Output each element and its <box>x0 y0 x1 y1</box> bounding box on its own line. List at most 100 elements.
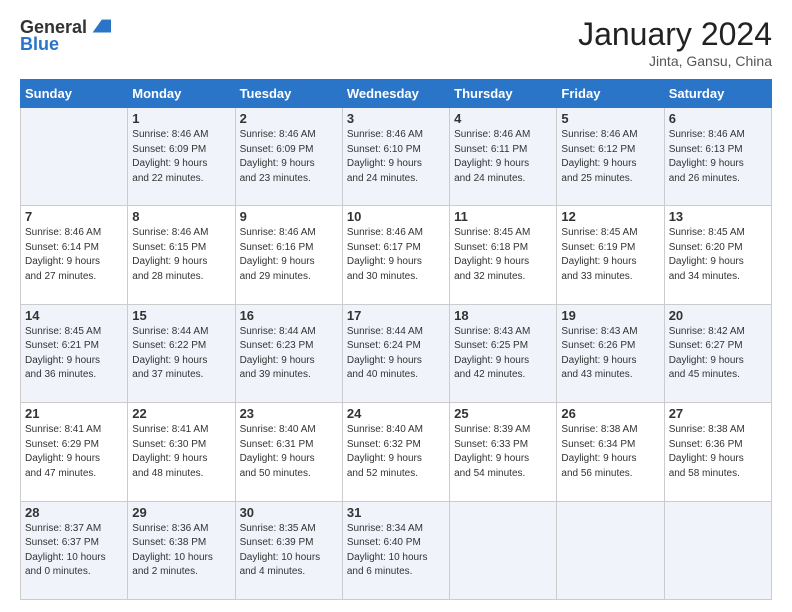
week-row-4: 21 Sunrise: 8:41 AM Sunset: 6:29 PM Dayli… <box>21 403 772 501</box>
table-row: 30 Sunrise: 8:35 AM Sunset: 6:39 PM Dayli… <box>235 501 342 599</box>
table-row: 15 Sunrise: 8:44 AM Sunset: 6:22 PM Dayli… <box>128 304 235 402</box>
day-info: Sunrise: 8:36 AM Sunset: 6:38 PM Dayligh… <box>132 522 230 580</box>
table-row: 2 Sunrise: 8:46 AM Sunset: 6:09 PM Daylig… <box>235 108 342 206</box>
header-thursday: Thursday <box>450 80 557 108</box>
day-number: 31 <box>347 505 445 520</box>
day-info: Sunrise: 8:43 AM Sunset: 6:26 PM Dayligh… <box>561 325 659 383</box>
day-number: 15 <box>132 308 230 323</box>
day-info: Sunrise: 8:43 AM Sunset: 6:25 PM Dayligh… <box>454 325 552 383</box>
day-number: 30 <box>240 505 338 520</box>
day-info: Sunrise: 8:46 AM Sunset: 6:15 PM Dayligh… <box>132 226 230 284</box>
day-number: 25 <box>454 406 552 421</box>
day-info: Sunrise: 8:45 AM Sunset: 6:19 PM Dayligh… <box>561 226 659 284</box>
day-info: Sunrise: 8:34 AM Sunset: 6:40 PM Dayligh… <box>347 522 445 580</box>
day-info: Sunrise: 8:44 AM Sunset: 6:22 PM Dayligh… <box>132 325 230 383</box>
day-number: 16 <box>240 308 338 323</box>
day-info: Sunrise: 8:46 AM Sunset: 6:16 PM Dayligh… <box>240 226 338 284</box>
day-info: Sunrise: 8:41 AM Sunset: 6:30 PM Dayligh… <box>132 423 230 481</box>
day-number: 14 <box>25 308 123 323</box>
day-info: Sunrise: 8:46 AM Sunset: 6:17 PM Dayligh… <box>347 226 445 284</box>
day-number: 21 <box>25 406 123 421</box>
day-number: 22 <box>132 406 230 421</box>
day-info: Sunrise: 8:45 AM Sunset: 6:20 PM Dayligh… <box>669 226 767 284</box>
calendar-header-row: Sunday Monday Tuesday Wednesday Thursday… <box>21 80 772 108</box>
table-row: 4 Sunrise: 8:46 AM Sunset: 6:11 PM Daylig… <box>450 108 557 206</box>
day-info: Sunrise: 8:38 AM Sunset: 6:36 PM Dayligh… <box>669 423 767 481</box>
header-tuesday: Tuesday <box>235 80 342 108</box>
day-info: Sunrise: 8:44 AM Sunset: 6:24 PM Dayligh… <box>347 325 445 383</box>
table-row: 29 Sunrise: 8:36 AM Sunset: 6:38 PM Dayli… <box>128 501 235 599</box>
header: General Blue January 2024 Jinta, Gansu, … <box>20 16 772 69</box>
day-number: 3 <box>347 111 445 126</box>
day-number: 7 <box>25 209 123 224</box>
table-row: 20 Sunrise: 8:42 AM Sunset: 6:27 PM Dayli… <box>664 304 771 402</box>
table-row: 8Sunrise: 8:46 AM Sunset: 6:15 PM Daylig… <box>128 206 235 304</box>
day-number: 10 <box>347 209 445 224</box>
table-row: 17 Sunrise: 8:44 AM Sunset: 6:24 PM Dayli… <box>342 304 449 402</box>
table-row: 24 Sunrise: 8:40 AM Sunset: 6:32 PM Dayli… <box>342 403 449 501</box>
table-row <box>557 501 664 599</box>
day-info: Sunrise: 8:46 AM Sunset: 6:11 PM Dayligh… <box>454 128 552 186</box>
day-number: 1 <box>132 111 230 126</box>
logo: General Blue <box>20 16 111 55</box>
table-row: 11Sunrise: 8:45 AM Sunset: 6:18 PM Dayli… <box>450 206 557 304</box>
table-row: 27 Sunrise: 8:38 AM Sunset: 6:36 PM Dayli… <box>664 403 771 501</box>
day-number: 18 <box>454 308 552 323</box>
week-row-3: 14 Sunrise: 8:45 AM Sunset: 6:21 PM Dayli… <box>21 304 772 402</box>
page: General Blue January 2024 Jinta, Gansu, … <box>0 0 792 612</box>
table-row: 10 Sunrise: 8:46 AM Sunset: 6:17 PM Dayli… <box>342 206 449 304</box>
table-row: 18 Sunrise: 8:43 AM Sunset: 6:25 PM Dayli… <box>450 304 557 402</box>
week-row-2: 7 Sunrise: 8:46 AM Sunset: 6:14 PM Daylig… <box>21 206 772 304</box>
day-number: 20 <box>669 308 767 323</box>
day-number: 9 <box>240 209 338 224</box>
day-number: 23 <box>240 406 338 421</box>
day-info: Sunrise: 8:46 AM Sunset: 6:10 PM Dayligh… <box>347 128 445 186</box>
day-number: 27 <box>669 406 767 421</box>
day-info: Sunrise: 8:46 AM Sunset: 6:12 PM Dayligh… <box>561 128 659 186</box>
table-row: 3 Sunrise: 8:46 AM Sunset: 6:10 PM Daylig… <box>342 108 449 206</box>
day-number: 2 <box>240 111 338 126</box>
header-saturday: Saturday <box>664 80 771 108</box>
day-number: 12 <box>561 209 659 224</box>
day-number: 19 <box>561 308 659 323</box>
header-friday: Friday <box>557 80 664 108</box>
day-number: 5 <box>561 111 659 126</box>
day-info: Sunrise: 8:40 AM Sunset: 6:32 PM Dayligh… <box>347 423 445 481</box>
header-wednesday: Wednesday <box>342 80 449 108</box>
day-info: Sunrise: 8:46 AM Sunset: 6:13 PM Dayligh… <box>669 128 767 186</box>
day-number: 6 <box>669 111 767 126</box>
day-number: 29 <box>132 505 230 520</box>
table-row: 12 Sunrise: 8:45 AM Sunset: 6:19 PM Dayli… <box>557 206 664 304</box>
header-sunday: Sunday <box>21 80 128 108</box>
table-row: 6 Sunrise: 8:46 AM Sunset: 6:13 PM Daylig… <box>664 108 771 206</box>
day-number: 28 <box>25 505 123 520</box>
calendar-table: Sunday Monday Tuesday Wednesday Thursday… <box>20 79 772 600</box>
table-row: 7 Sunrise: 8:46 AM Sunset: 6:14 PM Daylig… <box>21 206 128 304</box>
day-info: Sunrise: 8:35 AM Sunset: 6:39 PM Dayligh… <box>240 522 338 580</box>
day-info: Sunrise: 8:41 AM Sunset: 6:29 PM Dayligh… <box>25 423 123 481</box>
table-row <box>664 501 771 599</box>
week-row-5: 28Sunrise: 8:37 AM Sunset: 6:37 PM Dayli… <box>21 501 772 599</box>
day-number: 4 <box>454 111 552 126</box>
table-row: 25Sunrise: 8:39 AM Sunset: 6:33 PM Dayli… <box>450 403 557 501</box>
table-row: 26Sunrise: 8:38 AM Sunset: 6:34 PM Dayli… <box>557 403 664 501</box>
day-number: 17 <box>347 308 445 323</box>
day-info: Sunrise: 8:46 AM Sunset: 6:14 PM Dayligh… <box>25 226 123 284</box>
day-number: 24 <box>347 406 445 421</box>
table-row: 23 Sunrise: 8:40 AM Sunset: 6:31 PM Dayli… <box>235 403 342 501</box>
header-monday: Monday <box>128 80 235 108</box>
day-info: Sunrise: 8:45 AM Sunset: 6:21 PM Dayligh… <box>25 325 123 383</box>
table-row: 14 Sunrise: 8:45 AM Sunset: 6:21 PM Dayli… <box>21 304 128 402</box>
day-info: Sunrise: 8:46 AM Sunset: 6:09 PM Dayligh… <box>132 128 230 186</box>
day-info: Sunrise: 8:44 AM Sunset: 6:23 PM Dayligh… <box>240 325 338 383</box>
day-info: Sunrise: 8:40 AM Sunset: 6:31 PM Dayligh… <box>240 423 338 481</box>
day-info: Sunrise: 8:42 AM Sunset: 6:27 PM Dayligh… <box>669 325 767 383</box>
table-row <box>450 501 557 599</box>
table-row: 5 Sunrise: 8:46 AM Sunset: 6:12 PM Daylig… <box>557 108 664 206</box>
table-row: 28Sunrise: 8:37 AM Sunset: 6:37 PM Dayli… <box>21 501 128 599</box>
day-info: Sunrise: 8:46 AM Sunset: 6:09 PM Dayligh… <box>240 128 338 186</box>
week-row-1: 1 Sunrise: 8:46 AM Sunset: 6:09 PM Daylig… <box>21 108 772 206</box>
day-number: 11 <box>454 209 552 224</box>
day-number: 26 <box>561 406 659 421</box>
table-row: 21 Sunrise: 8:41 AM Sunset: 6:29 PM Dayli… <box>21 403 128 501</box>
